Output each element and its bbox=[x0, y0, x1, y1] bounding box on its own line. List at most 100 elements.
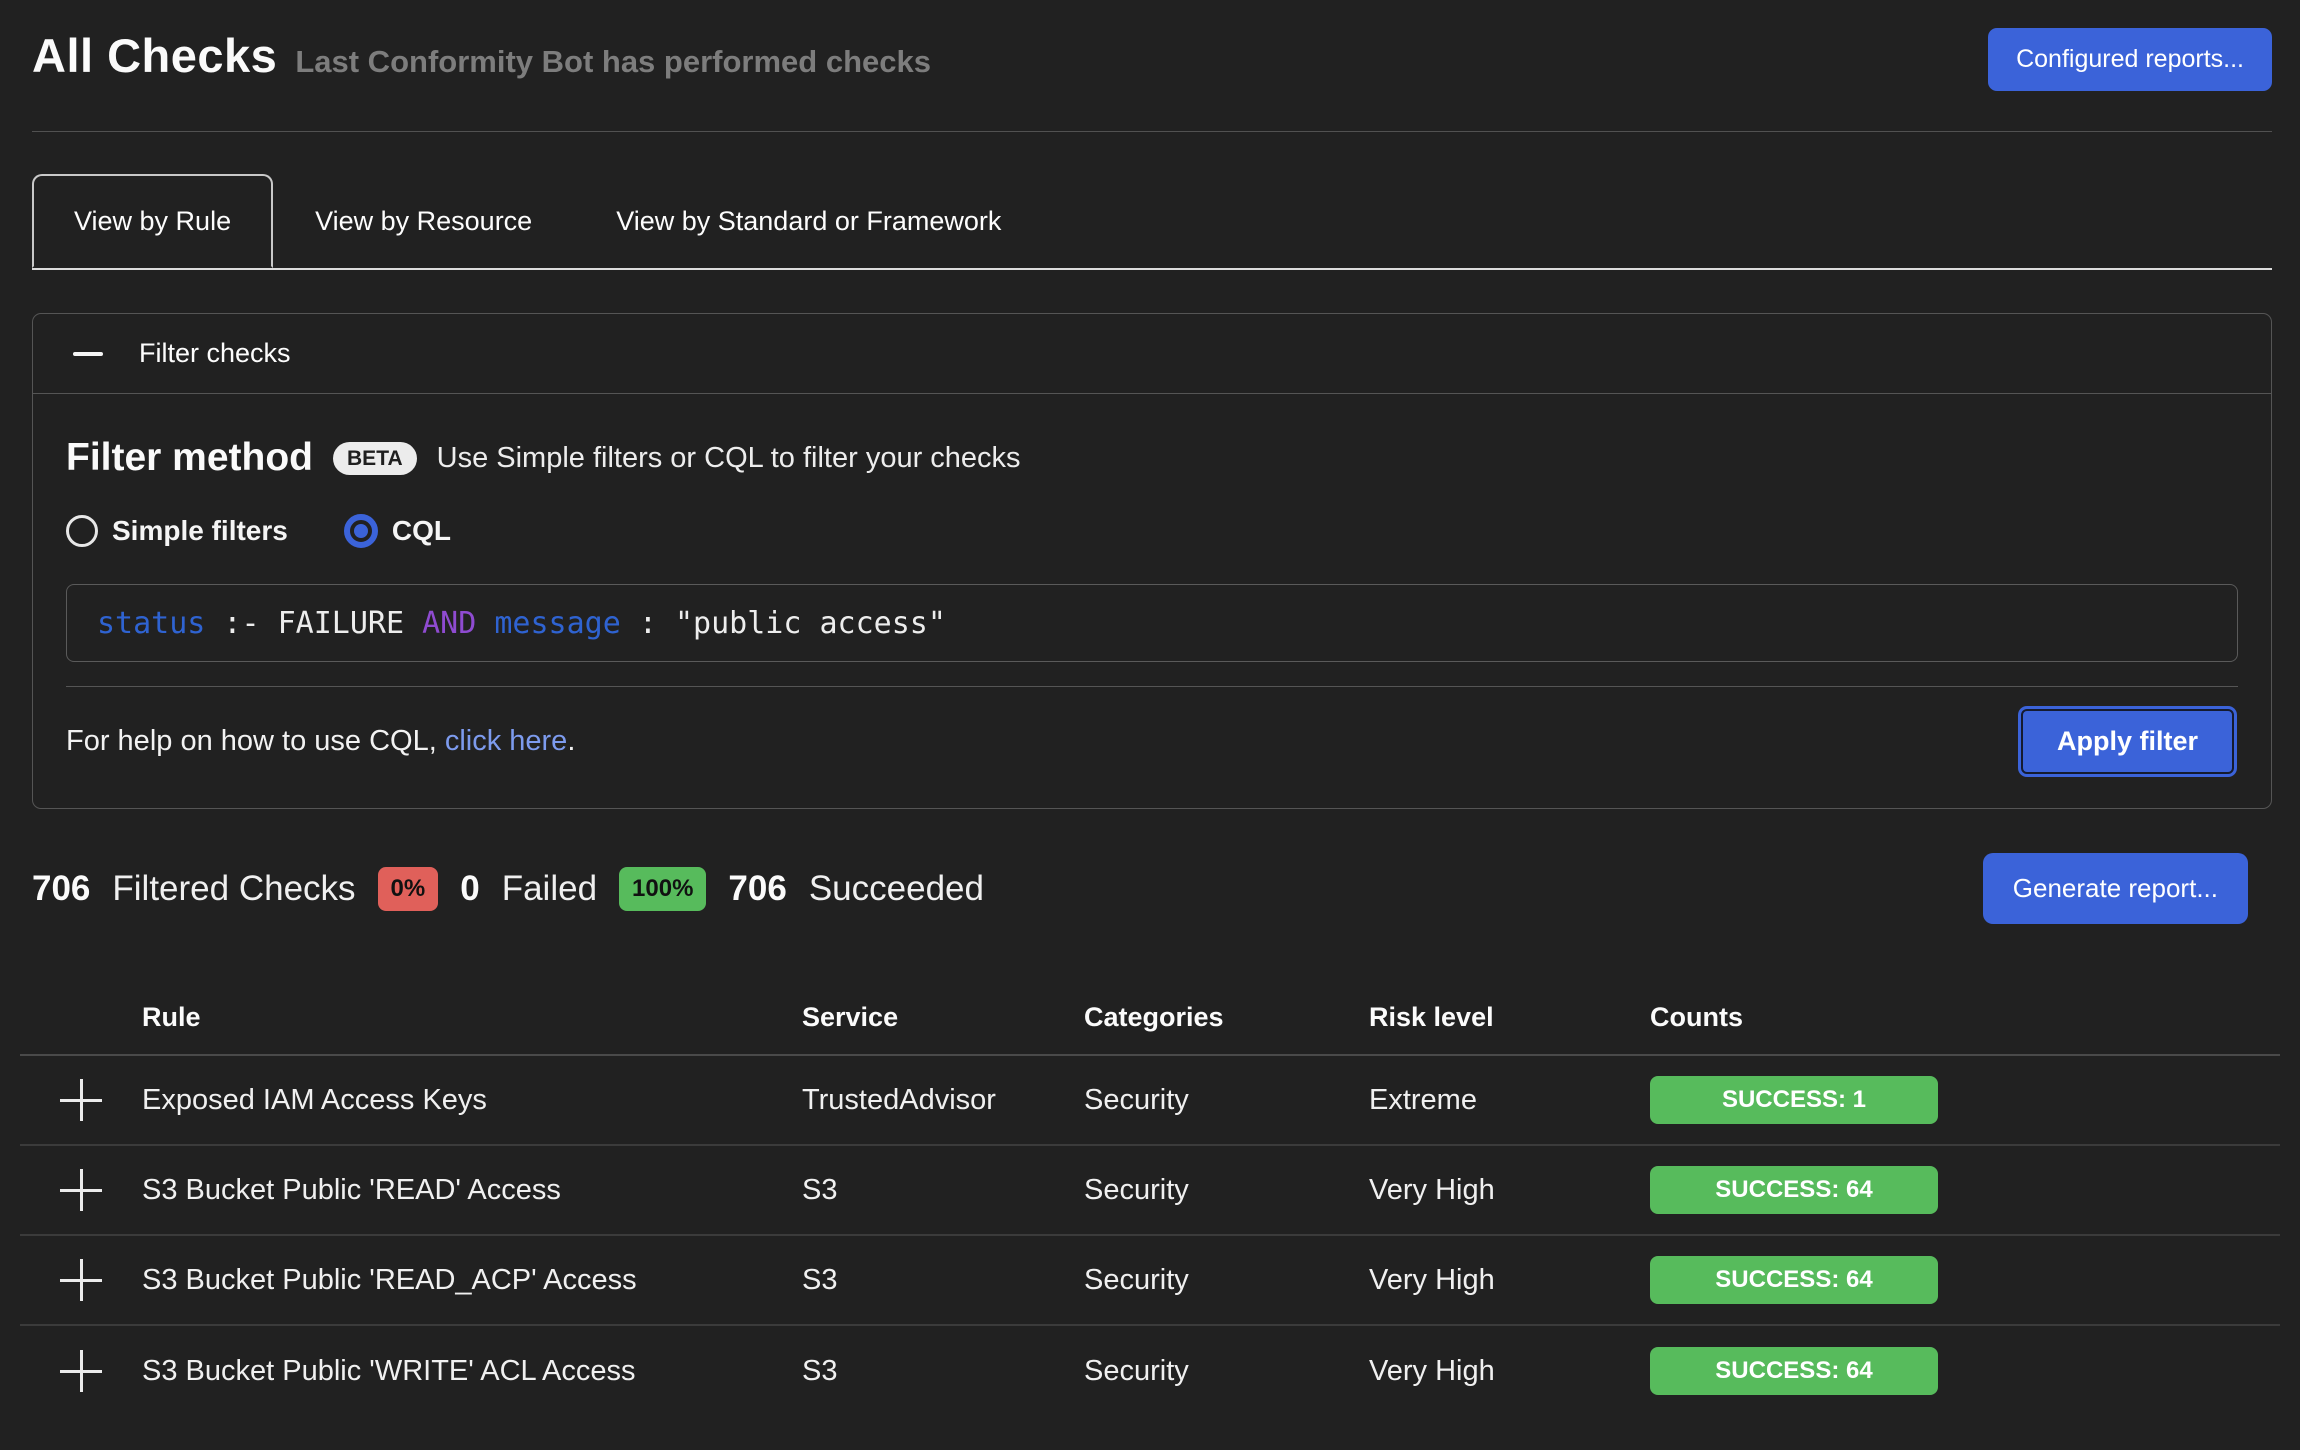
collapse-minus-icon[interactable] bbox=[73, 352, 103, 356]
cql-token-keyword: AND bbox=[422, 606, 476, 641]
stats-summary: 706 Filtered Checks 0% 0 Failed 100% 706… bbox=[32, 867, 984, 911]
categories-cell: Security bbox=[1084, 1084, 1369, 1117]
failed-label: Failed bbox=[502, 869, 597, 909]
risk-level-cell: Extreme bbox=[1369, 1084, 1650, 1117]
table-row: S3 Bucket Public 'READ_ACP' AccessS3Secu… bbox=[20, 1236, 2280, 1326]
column-header-risk-level: Risk level bbox=[1369, 1002, 1650, 1033]
filter-method-radios: Simple filters CQL bbox=[66, 514, 2238, 548]
radio-label: Simple filters bbox=[112, 515, 288, 547]
configured-reports-button[interactable]: Configured reports... bbox=[1988, 28, 2272, 91]
cql-help-link[interactable]: click here bbox=[445, 725, 568, 757]
rule-cell: Exposed IAM Access Keys bbox=[142, 1084, 802, 1117]
all-checks-page: All Checks Last Conformity Bot has perfo… bbox=[0, 0, 2300, 1416]
table-row: Exposed IAM Access KeysTrustedAdvisorSec… bbox=[20, 1056, 2280, 1146]
cql-token-plain bbox=[404, 606, 422, 641]
service-cell: S3 bbox=[802, 1355, 1084, 1388]
cql-help-text: For help on how to use CQL, click here. bbox=[66, 725, 575, 758]
page-subtitle: Last Conformity Bot has performed checks bbox=[295, 44, 931, 80]
plus-icon bbox=[60, 1259, 102, 1301]
counts-cell: SUCCESS: 64 bbox=[1650, 1166, 2280, 1214]
header-divider bbox=[32, 131, 2272, 132]
beta-badge: BETA bbox=[333, 442, 417, 475]
tab-view-by-standard-or-framework[interactable]: View by Standard or Framework bbox=[574, 174, 1043, 268]
expand-row-button[interactable] bbox=[20, 1259, 142, 1301]
filter-method-heading: Filter method bbox=[66, 436, 313, 480]
categories-cell: Security bbox=[1084, 1264, 1369, 1297]
success-count-badge: SUCCESS: 64 bbox=[1650, 1166, 1938, 1214]
stats-row: 706 Filtered Checks 0% 0 Failed 100% 706… bbox=[32, 853, 2272, 924]
failed-percentage-badge: 0% bbox=[378, 867, 439, 911]
expand-row-button[interactable] bbox=[20, 1350, 142, 1392]
cql-token-plain: FAILURE bbox=[278, 606, 404, 641]
tab-view-by-rule[interactable]: View by Rule bbox=[32, 174, 273, 268]
tab-view-by-resource[interactable]: View by Resource bbox=[273, 174, 574, 268]
generate-report-button[interactable]: Generate report... bbox=[1983, 853, 2248, 924]
success-count-badge: SUCCESS: 64 bbox=[1650, 1256, 1938, 1304]
filter-panel-header[interactable]: Filter checks bbox=[33, 314, 2271, 394]
radio-simple-filters[interactable]: Simple filters bbox=[66, 515, 288, 547]
risk-level-cell: Very High bbox=[1369, 1264, 1650, 1297]
success-count-badge: SUCCESS: 1 bbox=[1650, 1076, 1938, 1124]
column-header-rule: Rule bbox=[142, 1002, 802, 1033]
radio-selected-icon[interactable] bbox=[344, 514, 378, 548]
plus-icon bbox=[60, 1169, 102, 1211]
cql-token-plain: : bbox=[621, 606, 675, 641]
categories-cell: Security bbox=[1084, 1355, 1369, 1388]
cql-token-plain: :- bbox=[205, 606, 277, 641]
filter-checks-panel: Filter checks Filter method BETA Use Sim… bbox=[32, 313, 2272, 809]
filtered-count: 706 bbox=[32, 869, 90, 909]
filter-panel-body: Filter method BETA Use Simple filters or… bbox=[33, 394, 2271, 808]
counts-cell: SUCCESS: 64 bbox=[1650, 1347, 2280, 1395]
column-header-counts: Counts bbox=[1650, 1002, 2280, 1033]
cql-token-plain bbox=[476, 606, 494, 641]
help-prefix: For help on how to use CQL, bbox=[66, 725, 445, 757]
view-tabs: View by RuleView by ResourceView by Stan… bbox=[32, 174, 2272, 270]
radio-label: CQL bbox=[392, 515, 451, 547]
radio-unselected-icon[interactable] bbox=[66, 515, 98, 547]
filter-help-row: For help on how to use CQL, click here. … bbox=[66, 709, 2238, 774]
risk-level-cell: Very High bbox=[1369, 1355, 1650, 1388]
filter-method-row: Filter method BETA Use Simple filters or… bbox=[66, 436, 2238, 480]
categories-cell: Security bbox=[1084, 1174, 1369, 1207]
service-cell: S3 bbox=[802, 1264, 1084, 1297]
page-title: All Checks bbox=[32, 28, 277, 83]
filter-panel-title: Filter checks bbox=[139, 338, 291, 369]
failed-count: 0 bbox=[460, 869, 479, 909]
rule-cell: S3 Bucket Public 'READ_ACP' Access bbox=[142, 1264, 802, 1297]
filter-method-description: Use Simple filters or CQL to filter your… bbox=[437, 442, 1021, 475]
cql-token-plain: "public access" bbox=[675, 606, 946, 641]
plus-icon bbox=[60, 1350, 102, 1392]
cql-token-field: status bbox=[97, 606, 205, 641]
service-cell: S3 bbox=[802, 1174, 1084, 1207]
radio-dot bbox=[354, 524, 368, 538]
rule-cell: S3 Bucket Public 'READ' Access bbox=[142, 1174, 802, 1207]
table-header-row: RuleServiceCategoriesRisk levelCounts bbox=[20, 980, 2280, 1056]
apply-filter-button[interactable]: Apply filter bbox=[2021, 709, 2234, 774]
risk-level-cell: Very High bbox=[1369, 1174, 1650, 1207]
help-suffix: . bbox=[567, 725, 575, 757]
cql-token-field: message bbox=[494, 606, 620, 641]
title-wrap: All Checks Last Conformity Bot has perfo… bbox=[32, 28, 931, 83]
counts-cell: SUCCESS: 64 bbox=[1650, 1256, 2280, 1304]
expand-row-button[interactable] bbox=[20, 1169, 142, 1211]
table-body: Exposed IAM Access KeysTrustedAdvisorSec… bbox=[20, 1056, 2280, 1416]
success-count-badge: SUCCESS: 64 bbox=[1650, 1347, 1938, 1395]
succeeded-percentage-badge: 100% bbox=[619, 867, 706, 911]
filtered-label: Filtered Checks bbox=[112, 869, 355, 909]
plus-icon bbox=[60, 1079, 102, 1121]
expand-row-button[interactable] bbox=[20, 1079, 142, 1121]
table-row: S3 Bucket Public 'WRITE' ACL AccessS3Sec… bbox=[20, 1326, 2280, 1416]
cql-query-input[interactable]: status :- FAILURE AND message : "public … bbox=[66, 584, 2238, 662]
rule-cell: S3 Bucket Public 'WRITE' ACL Access bbox=[142, 1355, 802, 1388]
table-row: S3 Bucket Public 'READ' AccessS3Security… bbox=[20, 1146, 2280, 1236]
column-header-categories: Categories bbox=[1084, 1002, 1369, 1033]
checks-table: RuleServiceCategoriesRisk levelCounts Ex… bbox=[20, 980, 2280, 1416]
service-cell: TrustedAdvisor bbox=[802, 1084, 1084, 1117]
succeeded-label: Succeeded bbox=[809, 869, 984, 909]
page-header: All Checks Last Conformity Bot has perfo… bbox=[32, 0, 2272, 91]
filter-body-divider bbox=[66, 686, 2238, 687]
column-header-service: Service bbox=[802, 1002, 1084, 1033]
radio-cql[interactable]: CQL bbox=[344, 514, 451, 548]
counts-cell: SUCCESS: 1 bbox=[1650, 1076, 2280, 1124]
succeeded-count: 706 bbox=[728, 869, 786, 909]
